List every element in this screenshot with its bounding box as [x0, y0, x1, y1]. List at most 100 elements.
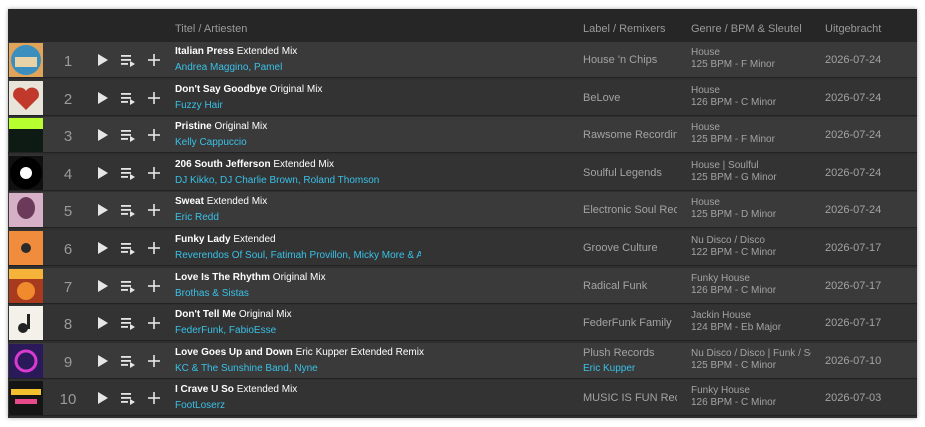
- artist-link[interactable]: DJ Kikko: [175, 175, 214, 186]
- track-label[interactable]: BeLove: [583, 92, 677, 104]
- table-row[interactable]: 5 Sweat Extended Mix Eric Redd Electronic S…: [8, 192, 917, 229]
- track-artwork[interactable]: [9, 43, 43, 77]
- play-icon[interactable]: [93, 277, 111, 295]
- track-title[interactable]: Sweat Extended Mix: [175, 196, 267, 207]
- add-to-queue-icon[interactable]: [119, 164, 137, 182]
- header-release-date[interactable]: Uitgebracht: [825, 23, 881, 35]
- add-to-queue-icon[interactable]: [119, 239, 137, 257]
- track-title[interactable]: Italian Press Extended Mix: [175, 46, 297, 57]
- track-label[interactable]: FederFunk Family: [583, 317, 677, 329]
- add-to-queue-icon[interactable]: [119, 352, 137, 370]
- add-to-queue-icon[interactable]: [119, 89, 137, 107]
- artist-link[interactable]: Roland Thomson: [303, 175, 379, 186]
- add-to-queue-icon[interactable]: [119, 277, 137, 295]
- track-genre[interactable]: House: [691, 122, 811, 134]
- track-artwork[interactable]: [9, 118, 43, 153]
- track-remixer[interactable]: Eric Kupper: [583, 363, 635, 374]
- artist-link[interactable]: FederFunk: [175, 325, 223, 336]
- table-row[interactable]: 3 Pristine Original Mix Kelly Cappuccio Raw…: [8, 117, 917, 154]
- artist-link[interactable]: KC & The Sunshine Band: [175, 363, 289, 374]
- track-title[interactable]: Don't Say Goodbye Original Mix: [175, 84, 322, 95]
- track-title[interactable]: I Crave U So Extended Mix: [175, 384, 297, 395]
- table-row[interactable]: 9 Love Goes Up and Down Eric Kupper Exten…: [8, 342, 917, 379]
- table-row[interactable]: 2 Don't Say Goodbye Original Mix Fuzzy Hai…: [8, 79, 917, 116]
- artist-link[interactable]: DJ Charlie Brown: [220, 175, 298, 186]
- track-artwork[interactable]: [9, 306, 43, 341]
- table-row[interactable]: 10 I Crave U So Extended Mix FootLoserz MUS…: [8, 380, 917, 417]
- play-icon[interactable]: [93, 164, 111, 182]
- table-row[interactable]: 7 Love Is The Rhythm Original Mix Brothas …: [8, 267, 917, 304]
- play-icon[interactable]: [93, 51, 111, 69]
- track-label[interactable]: Plush Records: [583, 347, 677, 359]
- track-genre[interactable]: House: [691, 85, 811, 97]
- artist-link[interactable]: Fuzzy Hair: [175, 100, 223, 111]
- table-row[interactable]: 1 Italian Press Extended Mix Andrea Maggin…: [8, 42, 917, 78]
- header-label-remixers[interactable]: Label / Remixers: [583, 23, 666, 35]
- track-label[interactable]: Electronic Soul Records: [583, 204, 677, 216]
- track-label[interactable]: Rawsome Recordings: [583, 129, 677, 141]
- play-icon[interactable]: [93, 89, 111, 107]
- artist-link[interactable]: Micky More & Andy Tee: [353, 250, 421, 261]
- track-genre[interactable]: Jackin House: [691, 310, 811, 322]
- play-icon[interactable]: [93, 201, 111, 219]
- track-artwork[interactable]: [9, 155, 43, 190]
- artist-link[interactable]: FootLoserz: [175, 400, 225, 411]
- artist-link[interactable]: Reverendos Of Soul: [175, 250, 265, 261]
- plus-icon[interactable]: [145, 389, 163, 407]
- track-artwork[interactable]: [9, 193, 43, 228]
- track-title[interactable]: Pristine Original Mix: [175, 121, 267, 132]
- track-title[interactable]: Funky Lady Extended: [175, 234, 276, 245]
- track-artwork[interactable]: [9, 381, 43, 416]
- track-title[interactable]: Love Is The Rhythm Original Mix: [175, 272, 326, 283]
- track-title[interactable]: Love Goes Up and Down Eric Kupper Extend…: [175, 347, 424, 358]
- play-icon[interactable]: [93, 126, 111, 144]
- header-title-artists[interactable]: Titel / Artiesten: [175, 23, 247, 35]
- track-title[interactable]: Don't Tell Me Original Mix: [175, 309, 292, 320]
- add-to-queue-icon[interactable]: [119, 389, 137, 407]
- plus-icon[interactable]: [145, 239, 163, 257]
- plus-icon[interactable]: [145, 314, 163, 332]
- play-icon[interactable]: [93, 389, 111, 407]
- plus-icon[interactable]: [145, 201, 163, 219]
- track-genre[interactable]: House: [691, 197, 811, 209]
- add-to-queue-icon[interactable]: [119, 126, 137, 144]
- play-icon[interactable]: [93, 352, 111, 370]
- add-to-queue-icon[interactable]: [119, 314, 137, 332]
- artist-link[interactable]: Kelly Cappuccio: [175, 137, 247, 148]
- table-row[interactable]: 4 206 South Jefferson Extended Mix DJ Kikk…: [8, 154, 917, 191]
- add-to-queue-icon[interactable]: [119, 201, 137, 219]
- table-row[interactable]: 6 Funky Lady Extended Reverendos Of Soul, …: [8, 230, 917, 266]
- track-label[interactable]: Soulful Legends: [583, 167, 677, 179]
- artist-link[interactable]: Andrea Maggino: [175, 62, 248, 73]
- track-genre[interactable]: House: [691, 47, 811, 59]
- track-artwork[interactable]: [9, 268, 43, 303]
- plus-icon[interactable]: [145, 126, 163, 144]
- artist-link[interactable]: FabioEsse: [229, 325, 276, 336]
- table-row[interactable]: 8 Don't Tell Me Original Mix FederFunk, Fa…: [8, 305, 917, 342]
- artist-link[interactable]: Nyne: [294, 363, 317, 374]
- track-title[interactable]: 206 South Jefferson Extended Mix: [175, 159, 334, 170]
- track-genre[interactable]: Funky House: [691, 273, 811, 285]
- header-genre-bpm-key[interactable]: Genre / BPM & Sleutel: [691, 23, 802, 35]
- track-label[interactable]: Radical Funk: [583, 280, 677, 292]
- plus-icon[interactable]: [145, 277, 163, 295]
- play-icon[interactable]: [93, 314, 111, 332]
- plus-icon[interactable]: [145, 164, 163, 182]
- track-genre[interactable]: Funky House: [691, 385, 811, 397]
- artist-link[interactable]: Brothas & Sistas: [175, 288, 249, 299]
- artist-link[interactable]: Pamel: [254, 62, 282, 73]
- add-to-queue-icon[interactable]: [119, 51, 137, 69]
- track-artwork[interactable]: [9, 231, 43, 265]
- track-label[interactable]: MUSIC IS FUN Records: [583, 392, 677, 404]
- track-genre[interactable]: House | Soulful: [691, 160, 811, 172]
- plus-icon[interactable]: [145, 51, 163, 69]
- track-label[interactable]: House 'n Chips: [583, 54, 677, 66]
- track-artwork[interactable]: [9, 80, 43, 115]
- track-genre[interactable]: Nu Disco / Disco | Funk / Soul: [691, 348, 811, 360]
- track-artwork[interactable]: [9, 343, 43, 378]
- track-label[interactable]: Groove Culture: [583, 242, 677, 254]
- plus-icon[interactable]: [145, 352, 163, 370]
- artist-link[interactable]: Fatimah Provillon: [271, 250, 348, 261]
- track-genre[interactable]: Nu Disco / Disco: [691, 235, 811, 247]
- plus-icon[interactable]: [145, 89, 163, 107]
